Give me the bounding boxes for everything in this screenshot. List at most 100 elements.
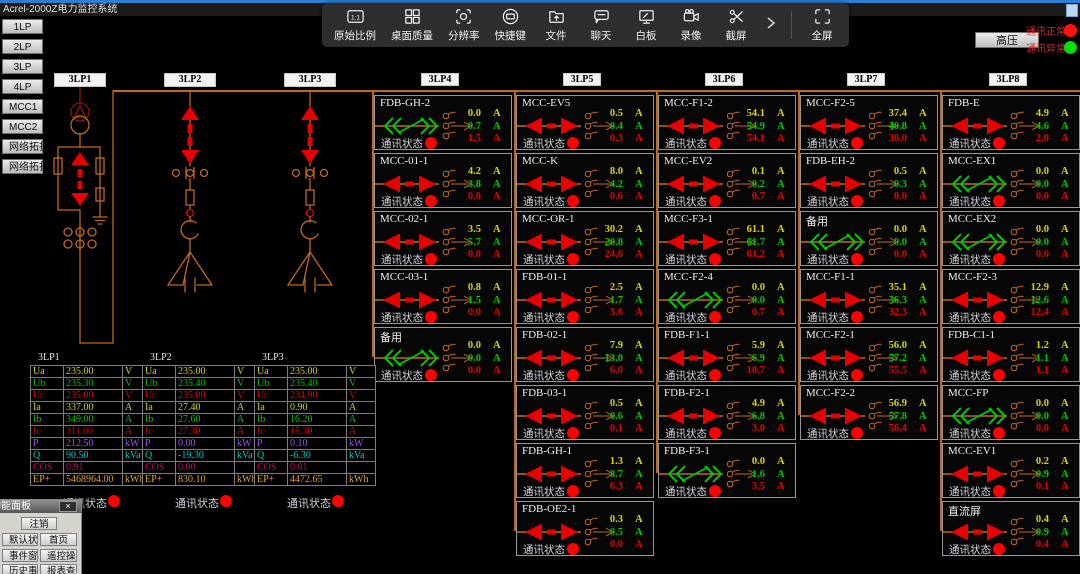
feeder-panel-3lp5-4[interactable]: FDB-01-1 2.5 A 1.7 A 3.6 A 通讯状态 (516, 269, 654, 324)
phase-c-current: 0.0 (1035, 249, 1049, 260)
toolbar-item-chat[interactable]: 聊天 (586, 7, 616, 43)
feeder-panel-3lp6-4[interactable]: MCC-F2-4 0.0 A 0.0 A 0.7 A 通讯状态 (658, 269, 796, 324)
phase-a-current: 0.2 (1035, 456, 1049, 467)
feeder-panel-3lp8-8[interactable]: 直流屏 0.4 A 0.9 A 0.4 A 通讯状态 (942, 501, 1080, 556)
comm-status-label: 通讯状态 (523, 197, 565, 208)
feeder-panel-3lp7-4[interactable]: MCC-F1-1 35.1 A 36.3 A 32.3 A 通讯状态 (800, 269, 938, 324)
meter-row-p: P 212.50 kW (30, 437, 152, 450)
current-unit: A (777, 481, 785, 492)
current-unit: A (919, 398, 927, 409)
feeder-panel-3lp4-4[interactable]: MCC-03-1 0.8 A 1.5 A 0.0 A 通讯状态 (374, 269, 512, 324)
toolbar-item-fullscreen[interactable]: 全屏 (807, 7, 837, 43)
feeder-panel-3lp6-3[interactable]: MCC-F3-1 61.1 A 61.7 A 61.2 A 通讯状态 (658, 211, 796, 266)
feeder-panel-3lp5-6[interactable]: FDB-03-1 0.5 A 0.6 A 0.1 A 通讯状态 (516, 385, 654, 440)
feeder-panel-3lp4-3[interactable]: MCC-02-1 3.5 A 5.7 A 0.0 A 通讯状态 (374, 211, 512, 266)
popup-button-4[interactable]: 遥控操作 (40, 548, 77, 562)
phase-c-current: 0.8 (467, 191, 481, 202)
phase-a-current: 0.0 (1035, 398, 1049, 409)
feeder-panel-3lp5-8[interactable]: FDB-OE2-1 0.3 A 0.5 A 0.0 A 通讯状态 (516, 501, 654, 556)
feeder-panel-3lp6-2[interactable]: MCC-EV2 0.1 A 0.2 A 0.7 A 通讯状态 (658, 153, 796, 208)
feeder-panel-3lp8-1[interactable]: FDB-E 4.9 A 4.6 A 2.0 A 通讯状态 (942, 95, 1080, 150)
comm-status-label: 通讯状态 (381, 255, 423, 266)
feeder-panel-3lp5-3[interactable]: MCC-OR-1 30.2 A 20.8 A 24.6 A 通讯状态 (516, 211, 654, 266)
close-icon[interactable]: × (59, 501, 77, 512)
toolbar-item-original-scale[interactable]: 1:1 原始比例 (334, 7, 376, 43)
sidebar-item-7[interactable]: 网络拓扑1 (2, 139, 43, 154)
phase-c-current: 0.0 (467, 307, 481, 318)
toolbar-item-whiteboard[interactable]: 白板 (631, 7, 661, 43)
feeder-panel-3lp7-1[interactable]: MCC-F2-5 37.4 A 40.8 A 38.0 A 通讯状态 (800, 95, 938, 150)
window-control-button[interactable] (1066, 4, 1078, 17)
meter-table-3lp3: Ua 235.00 V Ub 235.40 V Uc 234.90 V Ia 0.90 A Ib 16.2… (254, 365, 376, 486)
legend-label-abnormal: 通讯异常 (1026, 44, 1066, 55)
popup-button-6[interactable]: 报表查询 (40, 564, 77, 574)
toolbar-item-screenshot[interactable]: 截屏 (721, 7, 751, 43)
phase-b-current: 5.7 (467, 236, 481, 248)
feeder-panel-3lp5-7[interactable]: FDB-GH-1 1.3 A 8.7 A 6.3 A 通讯状态 (516, 443, 654, 498)
comm-status-dot (425, 311, 437, 323)
popup-button-2[interactable]: 首页 (40, 533, 77, 546)
meter-table-title: 3LP2 (150, 352, 172, 363)
feeder-panel-3lp8-5[interactable]: FDB-C1-1 1.2 A 1.1 A 1.1 A 通讯状态 (942, 327, 1080, 382)
feeder-panel-3lp6-5[interactable]: FDB-F1-1 5.9 A 6.9 A 10.7 A 通讯状态 (658, 327, 796, 382)
feeder-panel-3lp5-5[interactable]: FDB-02-1 7.9 A 13.0 A 6.0 A 通讯状态 (516, 327, 654, 382)
sidebar-item-1[interactable]: 1LP (2, 19, 43, 34)
popup-button-5[interactable]: 历史事件 (2, 564, 38, 574)
remote-toolbar: 1:1 原始比例 桌面质量 分辨率 快捷键 文件 聊天 白板 录像 截屏 全屏 (322, 3, 849, 47)
feeder-panel-3lp8-7[interactable]: MCC-EV1 0.2 A 0.9 A 0.1 A 通讯状态 (942, 443, 1080, 498)
legend-dot-abnormal (1064, 41, 1077, 54)
phase-c-current: 12.4 (1030, 307, 1049, 318)
phase-c-current: 24.6 (604, 249, 623, 260)
comm-status-label: 通讯状态 (523, 313, 565, 324)
feeder-panel-3lp6-7[interactable]: FDB-F3-1 0.0 A 1.6 A 3.5 A 通讯状态 (658, 443, 796, 498)
phase-c-current: 0.1 (609, 423, 623, 434)
popup-button-3[interactable]: 事件窗口 (2, 548, 38, 562)
toolbar-item-desktop-quality[interactable]: 桌面质量 (391, 7, 433, 43)
feeder-panel-3lp8-6[interactable]: MCC-FP 0.0 A 0.0 A 0.0 A 通讯状态 (942, 385, 1080, 440)
toolbar-item-recording[interactable]: 录像 (676, 7, 706, 43)
comm-status-label: 通讯状态 (665, 429, 707, 440)
phase-b-current: 13.0 (604, 352, 623, 364)
meter-row-ib: Ib 27.60 A (142, 413, 264, 426)
sidebar-item-5[interactable]: MCC1 (2, 99, 43, 114)
sidebar-item-2[interactable]: 2LP (2, 39, 43, 54)
phase-b-current: 0.3 (893, 178, 907, 190)
feeder-panel-3lp4-2[interactable]: MCC-01-1 4.2 A 3.8 A 0.8 A 通讯状态 (374, 153, 512, 208)
feeder-panel-3lp7-2[interactable]: FDB-EH-2 0.5 A 0.3 A 0.0 A 通讯状态 (800, 153, 938, 208)
feeder-panel-3lp5-1[interactable]: MCC-EV5 0.5 A 0.4 A 0.3 A 通讯状态 (516, 95, 654, 150)
toolbar-item-resolution[interactable]: 分辨率 (448, 7, 480, 43)
phase-a-current: 0.0 (1035, 224, 1049, 235)
breaker-3lp1-closed[interactable] (71, 152, 89, 206)
feeder-panel-3lp5-2[interactable]: MCC-K 8.0 A 4.2 A 0.6 A 通讯状态 (516, 153, 654, 208)
current-unit: A (635, 294, 643, 306)
toolbar-item-files[interactable]: 文件 (541, 7, 571, 43)
sidebar-item-6[interactable]: MCC2 (2, 119, 43, 134)
phase-a-current: 54.1 (746, 108, 765, 119)
sidebar-item-8[interactable]: 网络拓扑2 (2, 159, 43, 174)
logout-button[interactable]: 注销 (21, 517, 57, 530)
feeder-panel-3lp6-1[interactable]: MCC-F1-2 54.1 A 54.9 A 54.1 A 通讯状态 (658, 95, 796, 150)
feeder-panel-3lp7-5[interactable]: MCC-F2-1 56.0 A 57.2 A 55.5 A 通讯状态 (800, 327, 938, 382)
feeder-panel-3lp8-4[interactable]: MCC-F2-3 12.9 A 12.6 A 12.4 A 通讯状态 (942, 269, 1080, 324)
comm-status-label: 通讯状态 (807, 197, 849, 208)
feeder-panel-3lp6-6[interactable]: FDB-F2-1 4.9 A 6.8 A 3.0 A 通讯状态 (658, 385, 796, 440)
feeder-panel-3lp7-6[interactable]: MCC-F2-2 56.9 A 57.8 A 56.4 A 通讯状态 (800, 385, 938, 440)
comm-status-label: 通讯状态 (807, 255, 849, 266)
toolbar-item-shortcut-keys[interactable]: 快捷键 (495, 7, 526, 43)
phase-c-current: 0.4 (1035, 539, 1049, 550)
current-unit: A (635, 340, 643, 351)
feeder-panel-3lp8-3[interactable]: MCC-EX2 0.0 A 0.0 A 0.0 A 通讯状态 (942, 211, 1080, 266)
comm-status-dot (851, 195, 863, 207)
sidebar-item-4[interactable]: 4LP (2, 79, 43, 94)
phase-c-current: 3.0 (751, 423, 765, 434)
current-unit: A (493, 307, 501, 318)
feeder-panel-3lp4-1[interactable]: FDB-GH-2 0.0 A 0.7 A 1.5 A 通讯状态 (374, 95, 512, 150)
phase-b-current: 0.5 (609, 526, 623, 538)
feeder-panel-3lp8-2[interactable]: MCC-EX1 0.0 A 0.0 A 0.0 A 通讯状态 (942, 153, 1080, 208)
feeder-panel-3lp4-5[interactable]: 备用 0.0 A 0.0 A 0.0 A 通讯状态 (374, 327, 512, 382)
sidebar-item-3[interactable]: 3LP (2, 59, 43, 74)
feeder-panel-3lp7-3[interactable]: 备用 0.0 A 0.0 A 0.0 A 通讯状态 (800, 211, 938, 266)
phase-c-current: 6.0 (609, 365, 623, 376)
popup-button-1[interactable]: 默认状态 (2, 533, 38, 546)
more-chevron-icon[interactable] (766, 11, 776, 40)
